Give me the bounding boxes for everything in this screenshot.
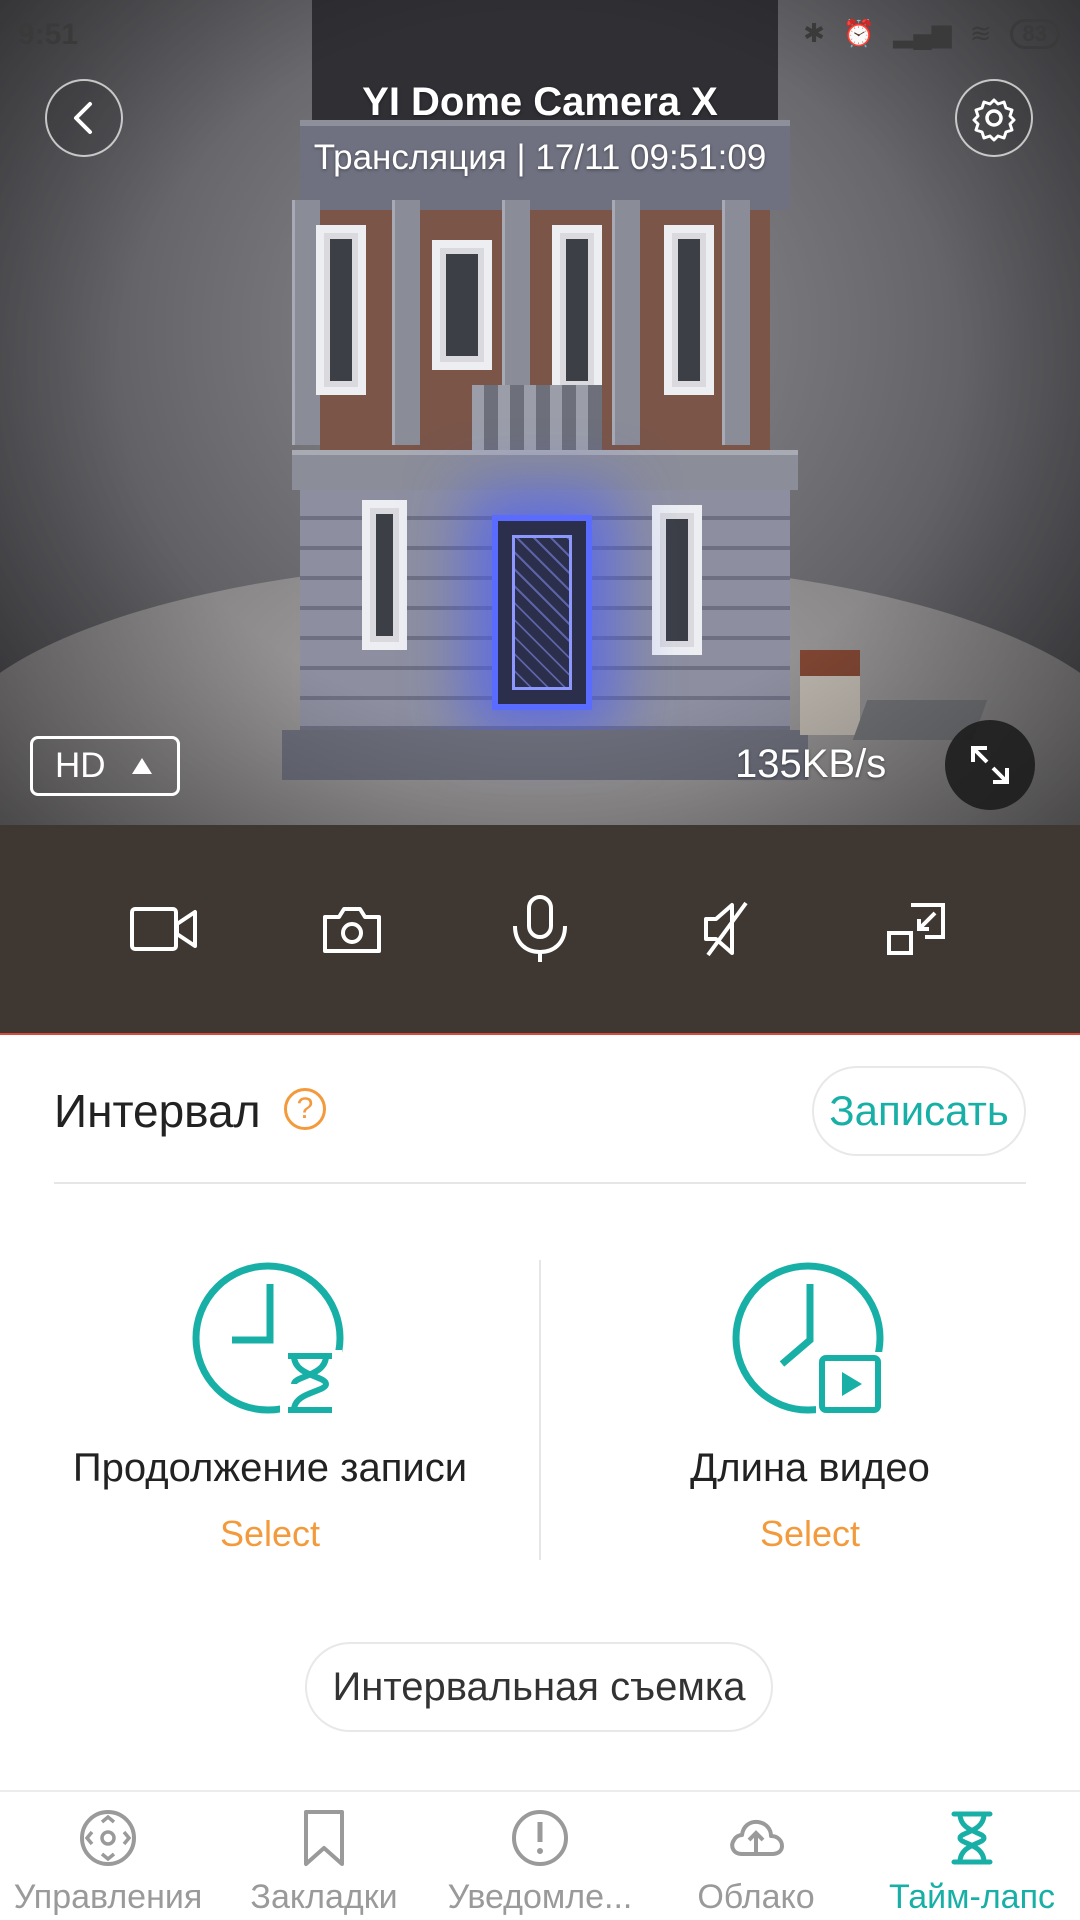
- video-length-select[interactable]: Select: [540, 1513, 1080, 1555]
- nav-item-control[interactable]: Управления: [0, 1792, 216, 1920]
- bitrate-readout: 135KB/s: [735, 742, 887, 786]
- duration-select[interactable]: Select: [0, 1513, 540, 1555]
- wifi-icon: ≋: [969, 18, 992, 48]
- caret-up-icon: [131, 758, 152, 774]
- nav-item-alerts[interactable]: Уведомле...: [432, 1792, 648, 1920]
- record-button[interactable]: Записать: [812, 1066, 1026, 1156]
- signal-icon: ▂▄▆: [893, 18, 952, 48]
- camera-controls: [0, 825, 1080, 1035]
- timelapse-options: Продолжение записи Select Длина видео Se…: [0, 1245, 1080, 1565]
- video-length-label: Длина видео: [690, 1446, 930, 1490]
- exit-fullscreen-button[interactable]: [871, 884, 961, 974]
- expand-icon: [971, 746, 1009, 784]
- camera-subtitle: Трансляция | 17/11 09:51:09: [313, 138, 767, 177]
- nav-label-control: Управления: [13, 1878, 203, 1916]
- status-time: 9:51: [18, 18, 79, 51]
- settings-button[interactable]: [955, 79, 1033, 157]
- duration-label: Продолжение записи: [72, 1446, 468, 1490]
- hourglass-icon: [951, 1811, 993, 1865]
- video-record-icon: [130, 907, 197, 951]
- microphone-icon: [513, 895, 567, 962]
- help-icon[interactable]: ?: [284, 1088, 326, 1130]
- bottom-navigation: Управления Закладки Уведомле... Облако Т…: [0, 1790, 1080, 1920]
- speaker-mute-icon: [704, 901, 748, 957]
- clock-video-icon: [732, 1262, 884, 1414]
- page-title: Интервал: [54, 1085, 261, 1137]
- cloud-upload-icon: [730, 1819, 784, 1856]
- camera-live-view[interactable]: 9:51 ✱ ⏰ ▂▄▆ ≋ 83 YI Dome Camera X Транс…: [0, 0, 1080, 825]
- camera-title: YI Dome Camera X: [362, 80, 718, 124]
- nav-item-cloud[interactable]: Облако: [648, 1792, 864, 1920]
- alarm-icon: ⏰: [842, 18, 876, 48]
- snapshot-button[interactable]: [307, 884, 397, 974]
- nav-item-timelapse[interactable]: Тайм-лапс: [864, 1792, 1080, 1920]
- bluetooth-icon: ✱: [803, 18, 825, 48]
- start-timelapse-button[interactable]: Интервальная съемка: [305, 1642, 773, 1732]
- duration-option[interactable]: Продолжение записи Select: [0, 1245, 540, 1565]
- quality-selector[interactable]: HD: [30, 736, 180, 796]
- alert-icon: [512, 1810, 568, 1866]
- nav-item-bookmarks[interactable]: Закладки: [216, 1792, 432, 1920]
- quality-label: HD: [55, 746, 106, 785]
- battery-level: 83: [1009, 18, 1060, 49]
- nav-label-timelapse: Тайм-лапс: [889, 1878, 1055, 1916]
- timelapse-header: Интервал ? Записать: [54, 1062, 1026, 1184]
- nav-label-bookmarks: Закладки: [250, 1878, 398, 1916]
- nav-label-cloud: Облако: [697, 1878, 815, 1916]
- speaker-mute-button[interactable]: [683, 884, 773, 974]
- record-video-button[interactable]: [119, 884, 209, 974]
- microphone-button[interactable]: [495, 884, 585, 974]
- clock-hourglass-icon: [192, 1262, 344, 1416]
- exit-fullscreen-icon: [887, 903, 945, 955]
- camera-snapshot-icon: [323, 907, 381, 953]
- bookmark-icon: [304, 1810, 344, 1866]
- fullscreen-button[interactable]: [945, 720, 1035, 810]
- video-length-option[interactable]: Длина видео Select: [540, 1245, 1080, 1565]
- control-icon: [80, 1810, 136, 1866]
- gear-icon: [972, 98, 1016, 142]
- status-bar: 9:51 ✱ ⏰ ▂▄▆ ≋ 83: [0, 0, 1080, 70]
- nav-label-alerts: Уведомле...: [447, 1878, 633, 1916]
